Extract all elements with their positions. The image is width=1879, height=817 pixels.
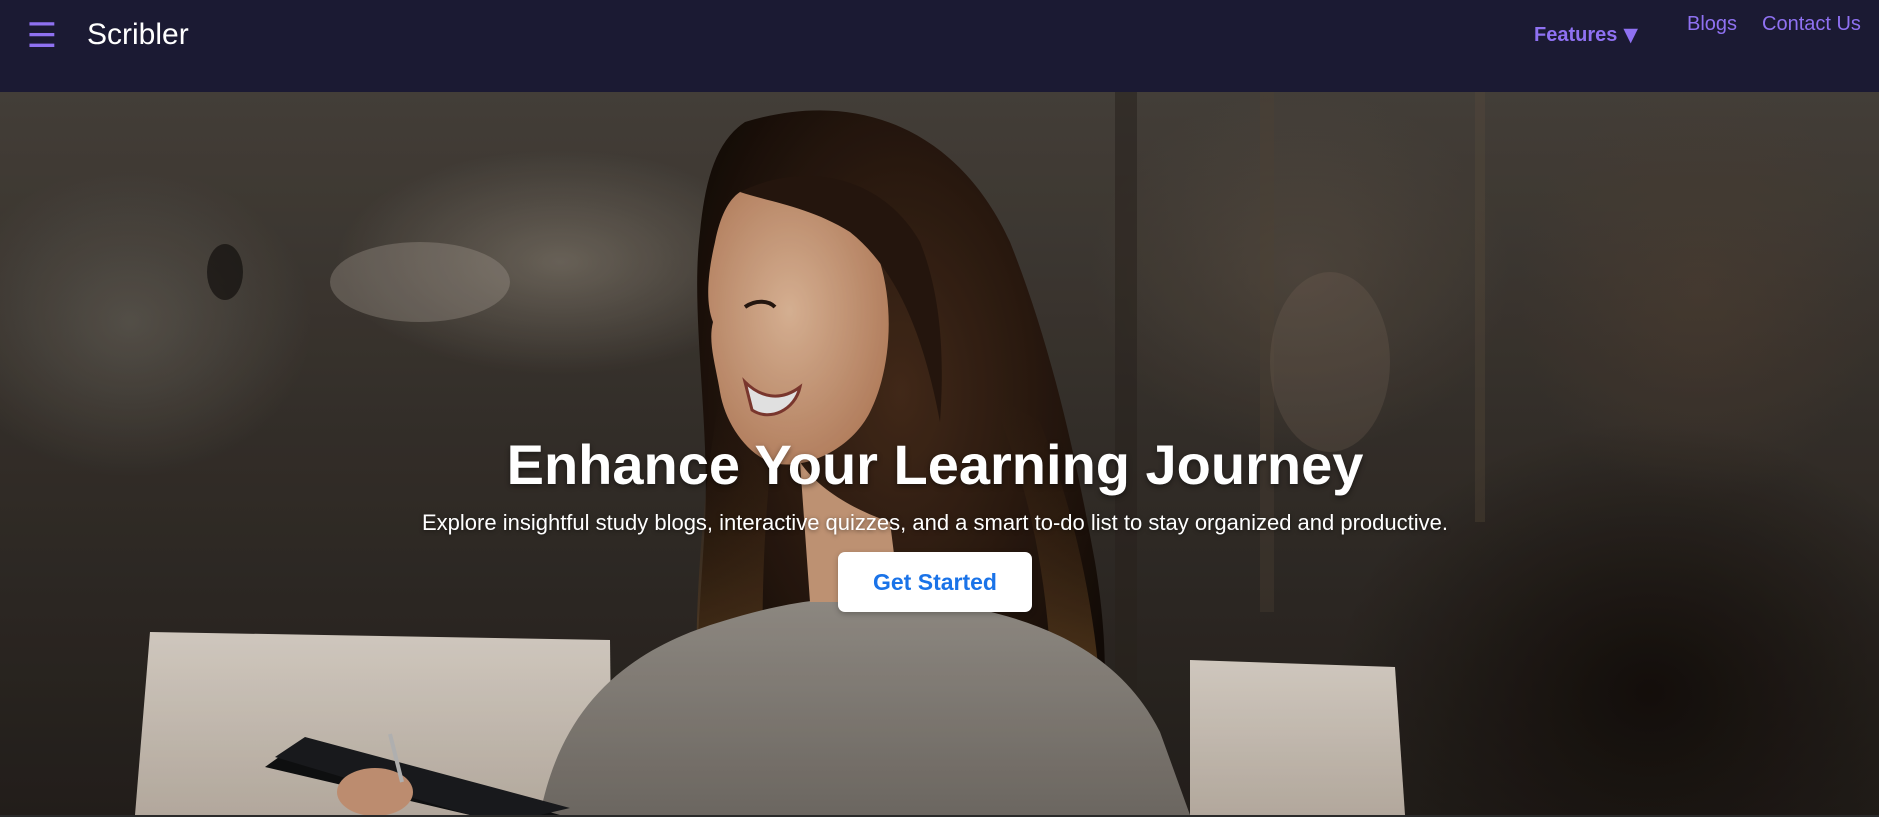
nav-link-contact-us[interactable]: Contact Us [1762, 9, 1861, 39]
features-dropdown-label: Features [1534, 24, 1618, 46]
get-started-button[interactable]: Get Started [838, 552, 1032, 612]
nav-link-blogs[interactable]: Blogs [1687, 9, 1737, 39]
hero-title: Enhance Your Learning Journey [506, 432, 1364, 496]
hamburger-menu-icon[interactable]: ☰ [24, 16, 60, 56]
caret-down-icon: ▼ [1623, 24, 1638, 46]
hero-section: Enhance Your Learning Journey Explore in… [0, 92, 1879, 815]
hero-subtitle: Explore insightful study blogs, interact… [422, 510, 1448, 535]
brand-logo[interactable]: Scribler [87, 15, 189, 55]
features-dropdown[interactable]: Features ▼ [1534, 18, 1638, 52]
top-navbar: ☰ Scribler Features ▼ Blogs Contact Us [0, 0, 1879, 92]
